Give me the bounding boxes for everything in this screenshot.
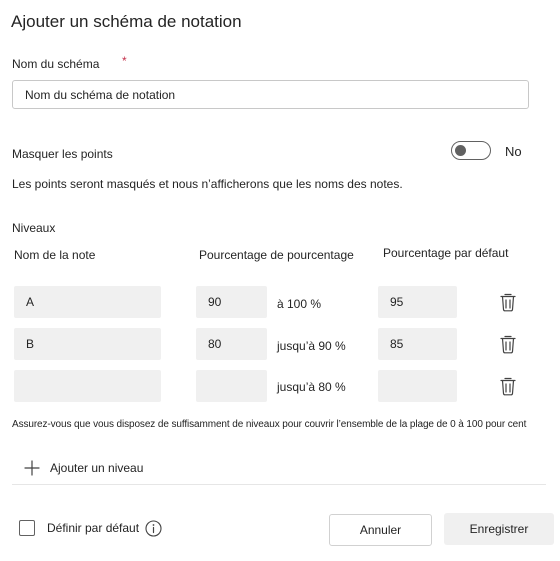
level-1-percentage-input[interactable] [196,286,267,318]
level-2-percentage-input[interactable] [196,328,267,360]
hide-points-help-text: Les points seront masqués et nous n’affi… [12,177,403,191]
level-3-percentage-input[interactable] [196,370,267,402]
toggle-knob [455,145,466,156]
level-1-delete-trash-icon[interactable] [499,292,517,312]
levels-coverage-note: Assurez-vous que vous disposez de suffis… [12,419,527,430]
level-3-range-text: jusqu’à 80 % [277,380,346,394]
footer-divider [12,484,546,485]
column-header-grade-name: Nom de la note [14,248,96,262]
column-header-percentage: Pourcentage de pourcentage [199,248,354,262]
required-indicator: * [122,54,127,68]
info-icon[interactable] [145,520,162,537]
level-3-default-input[interactable] [378,370,457,402]
set-default-checkbox[interactable] [19,520,35,536]
level-3-delete-trash-icon[interactable] [499,376,517,396]
dialog-title: Ajouter un schéma de notation [11,12,242,31]
hide-points-state: No [505,144,522,159]
plus-icon [24,460,40,476]
column-header-default-percentage: Pourcentage par défaut [383,246,509,260]
levels-section-label: Niveaux [12,221,56,235]
hide-points-label: Masquer les points [12,147,113,161]
level-3-name-input[interactable] [14,370,161,402]
hide-points-toggle[interactable] [451,141,491,160]
add-level-button[interactable]: Ajouter un niveau [24,458,143,478]
level-2-range-text: jusqu’à 90 % [277,339,346,353]
set-default-label: Définir par défaut [47,521,140,535]
level-1-range-text: à 100 % [277,297,322,311]
grading-scheme-dialog: Ajouter un schéma de notation Nom du sch… [0,0,560,561]
scheme-name-input[interactable] [12,80,529,109]
level-2-delete-trash-icon[interactable] [499,334,517,354]
add-level-label: Ajouter un niveau [50,461,144,475]
scheme-name-label: Nom du schéma [12,57,100,71]
level-1-default-input[interactable] [378,286,457,318]
level-2-name-input[interactable] [14,328,161,360]
level-2-default-input[interactable] [378,328,457,360]
level-1-name-input[interactable] [14,286,161,318]
save-button[interactable]: Enregistrer [444,513,554,545]
cancel-button[interactable]: Annuler [329,514,432,546]
